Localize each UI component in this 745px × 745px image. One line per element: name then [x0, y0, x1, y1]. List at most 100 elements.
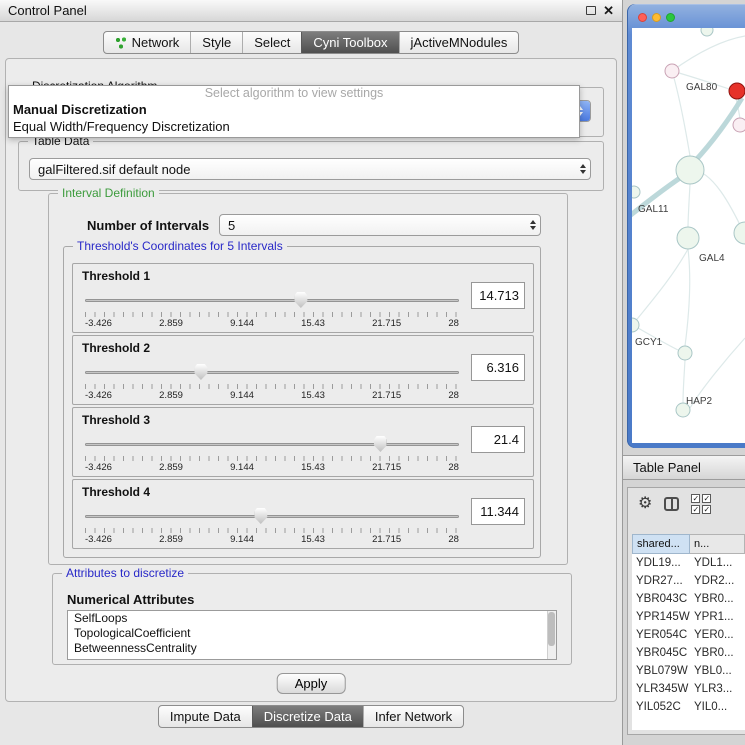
table-cell[interactable]: YLR345W	[632, 683, 690, 695]
number-of-intervals-select[interactable]: 5	[219, 214, 541, 236]
network-node[interactable]	[632, 186, 640, 198]
slider-track[interactable]	[85, 299, 459, 302]
scrollbar-thumb[interactable]	[548, 612, 555, 646]
mac-close-icon[interactable]	[638, 13, 647, 22]
table-cell[interactable]: YDL19...	[632, 557, 690, 569]
table-panel-titlebar[interactable]: Table Panel	[623, 455, 745, 480]
table-cell[interactable]: YER0...	[690, 629, 745, 641]
table-cell[interactable]: YBR0...	[690, 647, 745, 659]
float-window-icon[interactable]	[586, 6, 596, 15]
network-node[interactable]	[701, 28, 713, 36]
network-node[interactable]	[665, 64, 679, 78]
tab-infer-network[interactable]: Infer Network	[363, 706, 463, 727]
tab-select[interactable]: Select	[242, 32, 301, 53]
table-row[interactable]: YIL052CYIL0...	[632, 698, 745, 716]
table-cell[interactable]: YIL0...	[690, 701, 745, 713]
threshold-label: Threshold 3	[82, 413, 150, 427]
column-checkboxes[interactable]	[691, 494, 711, 514]
network-canvas[interactable]: GAL80 GAL11 GAL4 GCY1 HAP2	[632, 28, 745, 443]
threshold-value-field[interactable]: 14.713	[471, 282, 525, 309]
threshold-slider[interactable]	[85, 436, 459, 454]
slider-track[interactable]	[85, 371, 459, 374]
table-cell[interactable]: YIL052C	[632, 701, 690, 713]
checkbox-icon[interactable]	[702, 494, 711, 503]
table-cell[interactable]: YBR045C	[632, 647, 690, 659]
tick-label: 9.144	[230, 390, 254, 401]
network-node[interactable]	[733, 118, 745, 132]
network-view-window[interactable]: GAL80 GAL11 GAL4 GCY1 HAP2	[627, 4, 745, 448]
slider-thumb[interactable]	[374, 436, 387, 452]
checkbox-icon[interactable]	[702, 505, 711, 514]
network-node-selected[interactable]	[729, 83, 745, 99]
threshold-value-field[interactable]: 21.4	[471, 426, 525, 453]
network-node[interactable]	[677, 227, 699, 249]
table-row[interactable]: YBR043CYBR0...	[632, 590, 745, 608]
tab-discretize-data[interactable]: Discretize Data	[252, 706, 363, 727]
table-cell[interactable]: YER054C	[632, 629, 690, 641]
threshold-value-field[interactable]: 11.344	[471, 498, 525, 525]
threshold-slider[interactable]	[85, 508, 459, 526]
list-item-betweennesscentrality[interactable]: BetweennessCentrality	[68, 641, 556, 656]
column-header[interactable]: n...	[690, 534, 745, 554]
slider-ticks	[85, 384, 459, 389]
table-cell[interactable]: YDL1...	[690, 557, 745, 569]
table-cell[interactable]: YDR2...	[690, 575, 745, 587]
tab-style[interactable]: Style	[190, 32, 242, 53]
slider-thumb[interactable]	[194, 364, 207, 380]
mac-minimize-icon[interactable]	[652, 13, 661, 22]
tab-cyni-toolbox[interactable]: Cyni Toolbox	[301, 32, 398, 53]
table-row[interactable]: YLR345WYLR3...	[632, 680, 745, 698]
columns-icon[interactable]	[664, 497, 679, 511]
table-row[interactable]: YER054CYER0...	[632, 626, 745, 644]
gear-icon[interactable]: ⚙	[638, 496, 652, 512]
checkbox-icon[interactable]	[691, 505, 700, 514]
table-cell[interactable]: YDR27...	[632, 575, 690, 587]
dropdown-placeholder: Select algorithm to view settings	[9, 86, 579, 101]
tick-label: 28	[448, 318, 459, 329]
table-cell[interactable]: YBR043C	[632, 593, 690, 605]
table-cell[interactable]: YBL079W	[632, 665, 690, 677]
table-row[interactable]: YDR27...YDR2...	[632, 572, 745, 590]
slider-thumb[interactable]	[294, 292, 307, 308]
tab-network[interactable]: Network	[104, 32, 191, 53]
network-node[interactable]	[678, 346, 692, 360]
table-row[interactable]: YBR045CYBR0...	[632, 644, 745, 662]
numerical-attributes-list[interactable]: SelfLoopsTopologicalCoefficientBetweenne…	[67, 610, 557, 660]
table-cell[interactable]: YLR3...	[690, 683, 745, 695]
table-panel-title: Table Panel	[633, 460, 701, 475]
tab-impute-data[interactable]: Impute Data	[159, 706, 252, 727]
table-row[interactable]: YPR145WYPR1...	[632, 608, 745, 626]
dropdown-option-manual-discretization[interactable]: Manual Discretization	[9, 101, 579, 118]
close-window-icon[interactable]: ✕	[603, 4, 614, 17]
slider-thumb[interactable]	[254, 508, 267, 524]
table-cell[interactable]: YPR1...	[690, 611, 745, 623]
tick-label: -3.426	[85, 534, 112, 545]
slider-track[interactable]	[85, 515, 459, 518]
table-data-select[interactable]: galFiltered.sif default node	[29, 158, 591, 180]
threshold-slider[interactable]	[85, 364, 459, 382]
list-scrollbar[interactable]	[547, 611, 556, 659]
checkbox-icon[interactable]	[691, 494, 700, 503]
column-header[interactable]: shared...	[632, 534, 690, 554]
network-node[interactable]	[676, 156, 704, 184]
slider-track[interactable]	[85, 443, 459, 446]
dropdown-option-equal-width-frequency-discretization[interactable]: Equal Width/Frequency Discretization	[9, 118, 579, 135]
cyni-toolbox-panel: Discretization Algorithm Table Data galF…	[5, 58, 617, 702]
mac-zoom-icon[interactable]	[666, 13, 675, 22]
table-row[interactable]: YBL079WYBL0...	[632, 662, 745, 680]
window-titlebar[interactable]: Control Panel ✕	[0, 0, 622, 22]
network-node[interactable]	[632, 318, 639, 332]
interval-definition-group: Interval Definition Number of Intervals …	[48, 193, 568, 565]
network-node[interactable]	[734, 222, 745, 244]
list-item-selfloops[interactable]: SelfLoops	[68, 611, 556, 626]
apply-button[interactable]: Apply	[277, 673, 346, 694]
table-cell[interactable]: YBL0...	[690, 665, 745, 677]
table-cell[interactable]: YBR0...	[690, 593, 745, 605]
list-item-topologicalcoefficient[interactable]: TopologicalCoefficient	[68, 626, 556, 641]
threshold-value-field[interactable]: 6.316	[471, 354, 525, 381]
table-cell[interactable]: YPR145W	[632, 611, 690, 623]
threshold-panel-1: Threshold 1-3.4262.8599.14415.4321.71528…	[72, 263, 534, 333]
table-row[interactable]: YDL19...YDL1...	[632, 554, 745, 572]
tab-jactivemnodules[interactable]: jActiveMNodules	[399, 32, 519, 53]
threshold-slider[interactable]	[85, 292, 459, 310]
